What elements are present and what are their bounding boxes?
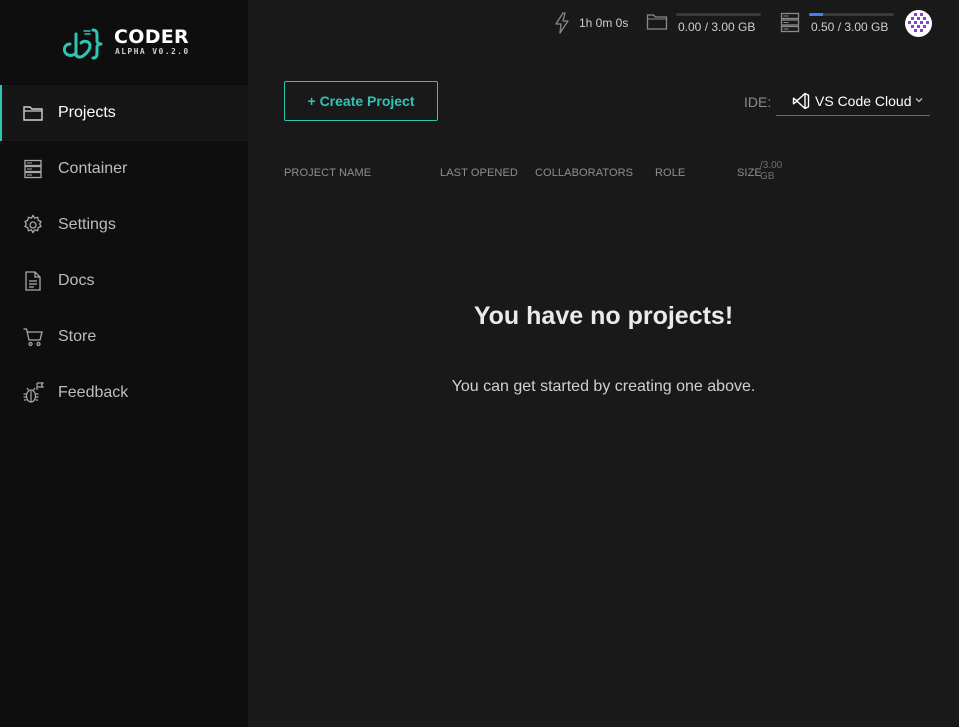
avatar[interactable] <box>905 10 932 37</box>
lightning-icon <box>553 12 571 34</box>
column-header-size[interactable]: SIZE <box>737 167 762 179</box>
column-header-collaborators[interactable]: COLLABORATORS <box>535 167 633 179</box>
ide-label: IDE: <box>744 94 772 110</box>
container-progress-bar <box>809 13 894 16</box>
folder-icon <box>646 12 668 37</box>
column-header-role[interactable]: ROLE <box>655 167 685 179</box>
sidebar: CODER ALPHA V0.2.0 Projects Container Se… <box>0 0 248 727</box>
sidebar-item-label: Docs <box>58 272 95 289</box>
sidebar-item-store[interactable]: Store <box>0 309 248 365</box>
document-icon <box>22 270 44 292</box>
sidebar-item-settings[interactable]: Settings <box>0 197 248 253</box>
sidebar-nav: Projects Container Settings Docs Store F… <box>0 85 248 421</box>
ide-select[interactable]: VS Code Cloud <box>776 86 930 116</box>
container-text: 0.50 / 3.00 GB <box>811 20 889 34</box>
storage-text: 0.00 / 3.00 GB <box>678 20 756 34</box>
empty-state-subtitle: You can get started by creating one abov… <box>451 378 756 395</box>
coder-logo[interactable]: CODER ALPHA V0.2.0 <box>60 22 200 62</box>
cart-icon <box>22 326 44 348</box>
brand-version: ALPHA V0.2.0 <box>115 47 190 56</box>
top-bar: 1h 0m 0s 0.00 / 3.00 GB 0.50 / 3.00 GB <box>248 0 959 46</box>
ide-select-value: VS Code Cloud <box>815 92 912 109</box>
size-unit-label: /3.00 GB <box>760 160 783 182</box>
sidebar-item-label: Feedback <box>58 384 129 401</box>
chevron-down-icon <box>914 95 924 105</box>
sidebar-item-label: Projects <box>58 104 116 121</box>
storage-progress-bar <box>676 13 761 16</box>
project-table-header: PROJECT NAME LAST OPENED COLLABORATORS R… <box>0 160 959 190</box>
sidebar-item-projects[interactable]: Projects <box>0 85 248 141</box>
bug-icon <box>22 382 44 404</box>
sidebar-item-label: Store <box>58 328 97 345</box>
pixel-avatar-icon <box>908 13 929 32</box>
timer-text: 1h 0m 0s <box>579 16 629 30</box>
server-icon <box>779 12 801 39</box>
session-timer: 1h 0m 0s <box>553 12 628 34</box>
gear-icon <box>22 214 44 236</box>
column-header-project-name[interactable]: PROJECT NAME <box>284 167 371 179</box>
column-header-last-opened[interactable]: LAST OPENED <box>440 167 518 179</box>
sidebar-item-label: Settings <box>58 216 116 233</box>
empty-state-title: You have no projects! <box>473 302 734 330</box>
coder-logo-icon <box>62 28 103 60</box>
sidebar-item-docs[interactable]: Docs <box>0 253 248 309</box>
folder-icon <box>22 102 44 124</box>
sidebar-item-feedback[interactable]: Feedback <box>0 365 248 421</box>
vscode-icon <box>792 92 810 110</box>
create-project-button[interactable]: + Create Project <box>284 81 438 121</box>
brand-name: CODER <box>114 26 189 48</box>
